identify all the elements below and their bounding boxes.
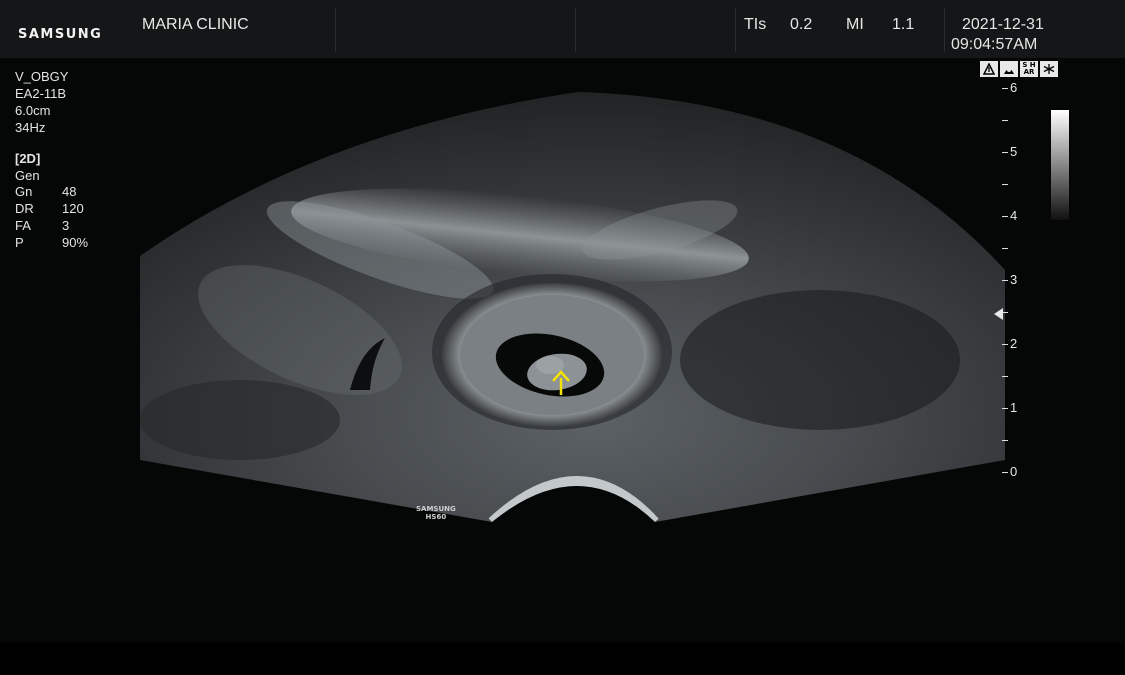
depth-tick — [1002, 248, 1008, 249]
depth-label: 6 — [1010, 80, 1018, 95]
depth-tick — [1002, 440, 1008, 441]
probe-watermark-model: HS60 — [425, 513, 447, 521]
depth-label: 1 — [1010, 400, 1018, 415]
scan-sector — [140, 92, 1005, 522]
depth-tick — [1002, 376, 1008, 377]
focus-marker-icon[interactable] — [994, 308, 1003, 320]
depth-tick — [1002, 344, 1008, 345]
depth-tick — [1002, 152, 1008, 153]
depth-tick — [1002, 408, 1008, 409]
probe-watermark: SAMSUNG HS60 — [416, 505, 456, 521]
depth-label: 4 — [1010, 208, 1018, 223]
bottom-bar — [0, 643, 1125, 675]
depth-tick — [1002, 120, 1008, 121]
depth-tick — [1002, 216, 1008, 217]
depth-label: 3 — [1010, 272, 1018, 287]
depth-tick — [1002, 280, 1008, 281]
probe-watermark-brand: SAMSUNG — [416, 505, 456, 513]
grayscale-bar — [1051, 110, 1069, 220]
depth-scale: 6 5 4 3 2 1 0 — [996, 80, 1036, 490]
depth-label: 5 — [1010, 144, 1018, 159]
depth-tick — [1002, 472, 1008, 473]
depth-tick — [1002, 184, 1008, 185]
ultrasound-screen: SAMSUNG MARIA CLINIC TIs 0.2 MI 1.1 2021… — [0, 0, 1125, 675]
ultrasound-image — [140, 92, 1005, 522]
depth-tick — [1002, 88, 1008, 89]
depth-label: 2 — [1010, 336, 1018, 351]
depth-label: 0 — [1010, 464, 1018, 479]
